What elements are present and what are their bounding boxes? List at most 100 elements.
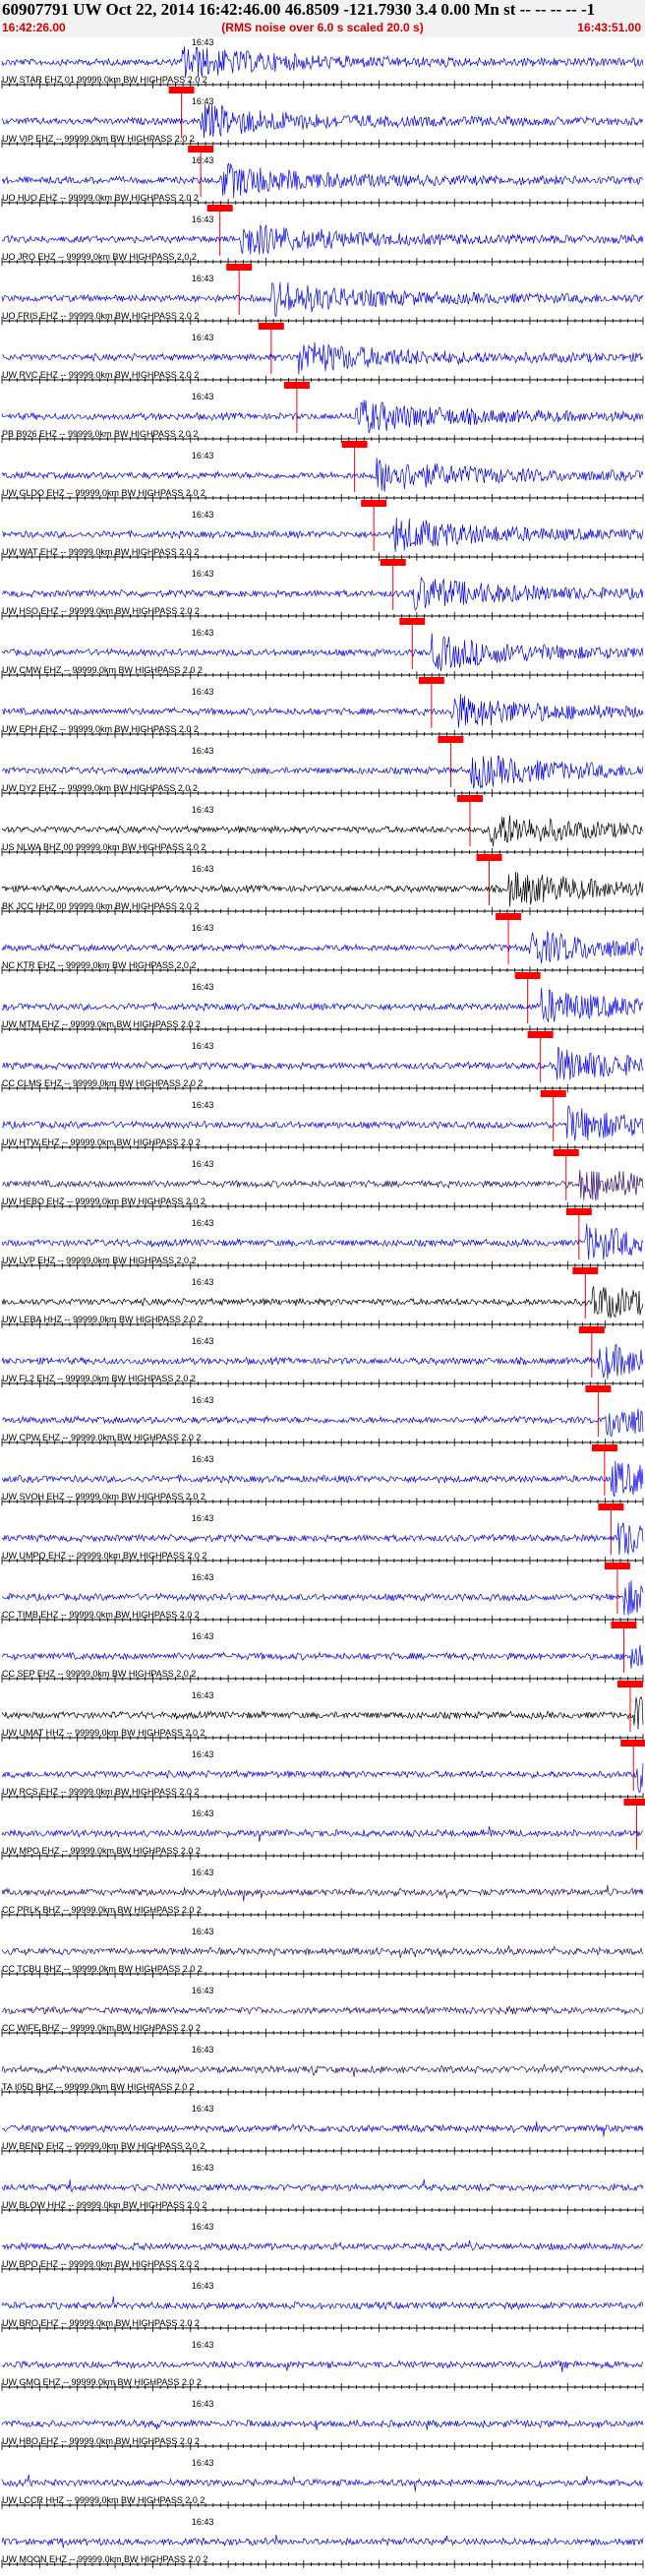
waveform [1,987,644,1022]
waveform [1,694,644,728]
station-label: UW UMAT HHZ -- 99999.0km BW HIGHPASS 2.0… [2,1728,205,1738]
station-label: UW LVP EHZ -- 99999.0km BW HIGHPASS 2.0 … [2,1256,197,1265]
trace-row: 16:43 UW MPO EHZ -- 99999.0km BW HIGHPASS… [1,1809,644,1860]
tick-label: 16:43 [192,392,214,401]
station-label: UW GLDO EHZ -- 99999.0km BW HIGHPASS 2.0… [2,488,205,498]
trace-row: 16:43 CC CLMS EHZ -- 99999.0km BW HIGHPAS… [1,1041,644,1141]
pick-marker [258,323,284,330]
waveform [1,2120,644,2137]
pick-marker [206,205,233,212]
station-label: UW UMPQ EHZ -- 99999.0km BW HIGHPASS 2.0… [2,1551,206,1561]
pick-marker [476,854,502,861]
tick-label: 16:43 [192,923,214,933]
pick-marker [496,913,522,920]
trace-row: 16:43 PB B926 EHZ -- 99999.0km BW HIGHPAS… [1,392,644,492]
waveform [1,2178,644,2193]
tick-label: 16:43 [192,746,214,756]
station-label: UW HBO EHZ -- 99999.0km BW HIGHPASS 2.0 … [2,2436,200,2446]
pick-marker [226,264,253,271]
pick-marker [283,382,310,389]
pick-marker [553,1149,579,1156]
trace-row: 16:43 UW LCCR HHZ -- 99999.0km BW HIGHPAS… [1,2458,644,2509]
trace-row: 16:43 UW BRO EHZ -- 99999.0km BW HIGHPASS… [1,2281,644,2332]
pick-marker [527,1031,554,1038]
station-label: UW CMW EHZ -- 99999.0km BW HIGHPASS 2.0 … [2,665,203,675]
station-label: US NLWA BHZ 00 99999.0km BW HIGHPASS 2.0… [2,842,205,852]
station-label: CC TIMB EHZ -- 99999.0km BW HIGHPASS 2.0… [2,1610,200,1620]
station-label: UW MPO EHZ -- 99999.0km BW HIGHPASS 2.0 … [2,1846,201,1856]
trace-row: 16:43 CC TCBU BHZ -- 99999.0km BW HIGHPAS… [1,1927,644,1978]
tick-label: 16:43 [192,37,214,47]
tick-label: 16:43 [192,215,214,224]
station-label: UW BPO EHZ -- 99999.0km BW HIGHPASS 2.0 … [2,2259,199,2269]
tick-label: 16:43 [192,2104,214,2114]
pick-marker [380,559,406,566]
waveform [1,46,644,79]
tick-label: 16:43 [192,982,214,992]
waveform [1,2005,644,2016]
station-label: UW FL2 EHZ -- 99999.0km BW HIGHPASS 2.0 … [2,1374,196,1383]
station-label: NC KTR EHZ -- 99999.0km BW HIGHPASS 2.0 … [2,960,196,970]
tick-label: 16:43 [192,805,214,815]
pick-marker [616,1681,643,1687]
tick-label: 16:43 [192,1631,214,1641]
tick-label: 16:43 [192,1809,214,1818]
pick-marker [418,677,444,684]
station-label: CC WIFE BHZ -- 99999.0km BW HIGHPASS 2.0… [2,2023,201,2033]
tick-label: 16:43 [192,1277,214,1287]
rms-note: (RMS noise over 6.0 s scaled 20.0 s) [221,21,424,34]
waveform [1,399,644,434]
pick-marker [341,441,368,448]
station-label: UW BLOW HHZ -- 99999.0km BW HIGHPASS 2.0… [2,2200,206,2210]
tick-label: 16:43 [192,1927,214,1936]
trace-row: 16:43 UO JRO EHZ -- 99999.0km BW HIGHPASS… [1,215,644,315]
station-label: UW GMO EHZ -- 99999.0km BW HIGHPASS 2.0 … [2,2377,202,2387]
pick-marker [188,146,214,153]
tick-label: 16:43 [192,1100,214,1110]
tick-label: 16:43 [192,1218,214,1228]
tick-label: 16:43 [192,510,214,520]
pick-marker [565,1208,592,1215]
station-label: UW RVC EHZ -- 99999.0km BW HIGHPASS 2.0 … [2,370,199,380]
waveform [1,2474,644,2492]
trace-row: 16:43 UW RCS EHZ -- 99999.0km BW HIGHPASS… [1,1749,645,1850]
pick-marker [585,1385,612,1392]
waveform [1,1223,644,1260]
waveform [1,458,644,492]
tick-label: 16:43 [192,1513,214,1523]
waveform [1,1644,644,1669]
waveform [1,1945,644,1958]
tick-label: 16:43 [192,2517,214,2527]
waveform [1,2063,644,2077]
waveform [1,1826,644,1843]
station-label: UW CPW EHZ -- 99999.0km BW HIGHPASS 2.0 … [2,1433,201,1442]
pick-marker [399,618,426,625]
station-label: UW LCCR HHZ -- 99999.0km BW HIGHPASS 2.0… [2,2495,205,2505]
trace-row: 16:43 UW GMO EHZ -- 99999.0km BW HIGHPASS… [1,2340,644,2391]
pick-marker [572,1267,599,1274]
tick-label: 16:43 [192,569,214,579]
pick-marker [591,1444,617,1451]
pick-marker [540,1090,566,1097]
station-label: UO HUO EHZ -- 99999.0km BW HIGHPASS 2.0 … [2,193,199,203]
trace-row: 16:43 UW HBO EHZ -- 99999.0km BW HIGHPASS… [1,2399,644,2450]
trace-row: 16:43 TA I05D BHZ -- 99999.0km BW HIGHPAS… [1,2045,644,2096]
trace-row: 16:43 UW MTM EHZ -- 99999.0km BW HIGHPASS… [1,982,644,1082]
pick-marker [438,736,464,743]
tick-label: 16:43 [192,274,214,283]
waveform [1,223,644,255]
station-label: UW HEBO EHZ -- 99999.0km BW HIGHPASS 2.0… [2,1196,205,1206]
tick-label: 16:43 [192,2222,214,2232]
tick-label: 16:43 [192,628,214,638]
station-label: UW MOON EHZ -- 99999.0km BW HIGHPASS 2.0… [2,2554,207,2564]
station-label: CC PRLK BHZ -- 99999.0km BW HIGHPASS 2.0… [2,1905,202,1915]
tick-label: 16:43 [192,1868,214,1877]
pick-marker [598,1503,624,1510]
waveform [1,2534,644,2548]
waveform [1,1047,644,1080]
tick-label: 16:43 [192,1454,214,1464]
station-label: UO JRO EHZ -- 99999.0km BW HIGHPASS 2.0 … [2,252,197,262]
pick-marker [361,500,387,507]
trace-row: 16:43 UW GLDO EHZ -- 99999.0km BW HIGHPAS… [1,451,644,551]
pick-marker [514,972,541,979]
